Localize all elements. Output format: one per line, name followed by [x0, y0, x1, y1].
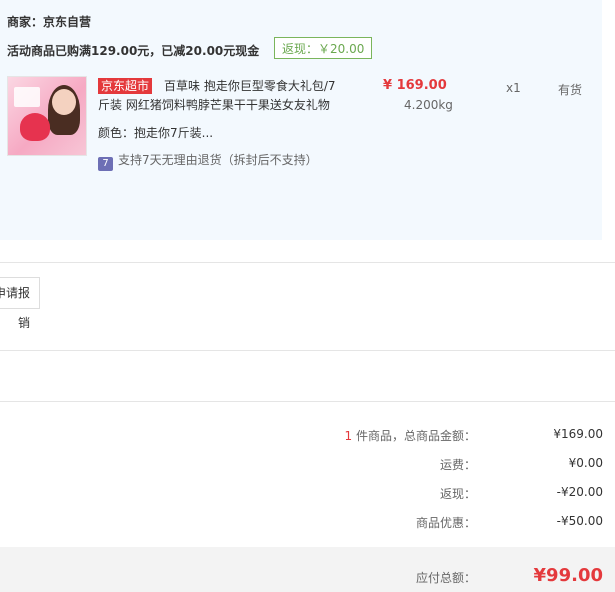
- summary-shipping-row: 运费： ¥0.00: [0, 456, 615, 474]
- summary-shipping-label: 运费：: [439, 458, 476, 472]
- return-policy-row: 7 支持7天无理由退货（拆封后不支持）: [98, 151, 318, 171]
- summary-discount-row: 商品优惠： -¥50.00: [0, 514, 615, 532]
- item-count-suffix: 件商品，总商品金额：: [352, 429, 476, 443]
- summary-discount-label: 商品优惠：: [415, 516, 476, 530]
- color-value: 抱走你7斤装...: [134, 126, 214, 140]
- divider: [0, 350, 615, 351]
- product-title-link-line2[interactable]: 斤装 网红猪饲料鸭脖芒果干干果送女友礼物: [98, 97, 330, 113]
- color-label: 颜色：: [98, 126, 135, 140]
- summary-rebate-row: 返现： -¥20.00: [0, 485, 615, 503]
- product-quantity: x1: [506, 81, 521, 95]
- summary-discount-value: -¥50.00: [556, 514, 603, 528]
- return-policy-text: 支持7天无理由退货（拆封后不支持）: [118, 153, 318, 167]
- summary-total-goods-label: 1 件商品，总商品金额：: [345, 427, 476, 444]
- promo-text: 活动商品已购满129.00元，已减20.00元现金: [7, 44, 260, 58]
- thumbnail-face-shape: [52, 89, 76, 115]
- payable-total-value: ¥99.00: [533, 565, 603, 586]
- merchant-name: 商家：京东自营: [7, 15, 92, 29]
- product-title-link[interactable]: 百草味 抱走你巨型零食大礼包/7: [164, 78, 336, 94]
- jd-supermarket-tag: 京东超市: [98, 78, 153, 94]
- seven-day-return-icon: 7: [98, 157, 113, 171]
- divider: [0, 262, 615, 263]
- payable-total-label: 应付总额：: [415, 571, 476, 585]
- rebate-tag: 返现：￥20.00: [274, 37, 373, 59]
- product-price: ¥ 169.00: [383, 78, 447, 93]
- stock-status: 有货: [558, 83, 583, 97]
- divider: [0, 401, 615, 402]
- thumbnail-label-block: [14, 87, 40, 107]
- summary-total-goods-row: 1 件商品，总商品金额： ¥169.00: [0, 427, 615, 445]
- product-color-row: 颜色：抱走你7斤装...: [98, 124, 213, 141]
- order-shop-panel: 商家：京东自营 活动商品已购满129.00元，已减20.00元现金 返现：￥20…: [0, 0, 602, 240]
- product-weight: 4.200kg: [404, 98, 453, 112]
- thumbnail-heart-shape: [20, 113, 50, 141]
- payable-total-bar: 应付总额： ¥99.00: [0, 547, 615, 592]
- summary-shipping-value: ¥0.00: [568, 456, 603, 470]
- reimburse-button[interactable]: 申请报销: [0, 277, 40, 330]
- product-thumbnail[interactable]: [7, 76, 87, 156]
- summary-rebate-value: -¥20.00: [556, 485, 603, 499]
- summary-rebate-label: 返现：: [439, 487, 476, 501]
- summary-total-goods-value: ¥169.00: [553, 427, 603, 441]
